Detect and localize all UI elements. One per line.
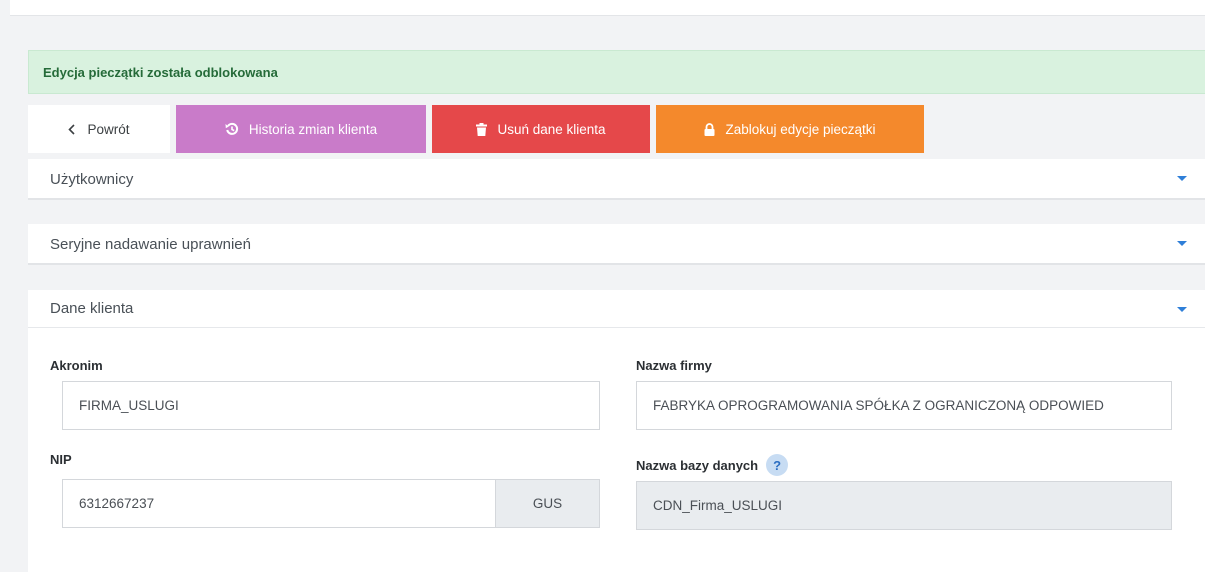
history-label: Historia zmian klienta [248, 121, 378, 137]
success-alert: Edycja pieczątki została odblokowana [28, 50, 1205, 94]
lock-icon [704, 122, 715, 136]
users-panel-title: Użytkownicy [50, 170, 134, 188]
action-toolbar: Powrót Historia zmian klienta Usuń dane … [28, 105, 924, 153]
trash-icon [476, 122, 488, 136]
nip-field[interactable]: 6312667237 [62, 479, 496, 528]
gus-label: GUS [532, 496, 563, 511]
top-card [10, 0, 1205, 16]
company-name-label: Nazwa firmy [636, 358, 712, 373]
client-panel-header[interactable]: Dane klienta [28, 290, 1205, 328]
database-name-field: CDN_Firma_USLUGI [636, 481, 1172, 530]
nip-value: 6312667237 [79, 496, 155, 511]
page: Edycja pieczątki została odblokowana Pow… [0, 0, 1205, 572]
caret-down-icon[interactable] [1177, 176, 1187, 181]
help-icon[interactable]: ? [766, 454, 789, 476]
akronim-label: Akronim [50, 358, 103, 373]
history-icon [225, 122, 238, 135]
caret-down-icon[interactable] [1177, 241, 1187, 246]
nip-label: NIP [50, 452, 72, 467]
company-name-field[interactable]: FABRYKA OPROGRAMOWANIA SPÓŁKA Z OGRANICZ… [636, 381, 1172, 430]
history-button[interactable]: Historia zmian klienta [176, 105, 426, 153]
nip-label-text: NIP [50, 452, 72, 467]
alert-message: Edycja pieczątki została odblokowana [43, 64, 278, 80]
permissions-panel: Seryjne nadawanie uprawnień [28, 224, 1205, 265]
company-name-value: FABRYKA OPROGRAMOWANIA SPÓŁKA Z OGRANICZ… [653, 398, 1104, 413]
database-name-value: CDN_Firma_USLUGI [653, 498, 783, 513]
back-button[interactable]: Powrót [28, 105, 170, 153]
client-panel-title: Dane klienta [50, 300, 134, 317]
client-data-panel: Dane klienta Akronim FIRMA_USLUGI Nazwa … [28, 290, 1205, 572]
company-name-label-text: Nazwa firmy [636, 358, 712, 373]
database-name-label-text: Nazwa bazy danych [636, 457, 759, 473]
caret-down-icon[interactable] [1177, 307, 1187, 312]
delete-label: Usuń dane klienta [497, 121, 606, 137]
users-panel-header[interactable]: Użytkownicy [28, 159, 1205, 199]
akronim-label-text: Akronim [50, 358, 103, 373]
database-name-label: Nazwa bazy danych ? [636, 454, 789, 476]
delete-client-button[interactable]: Usuń dane klienta [432, 105, 650, 153]
back-label: Powrót [87, 121, 130, 137]
akronim-field[interactable]: FIRMA_USLUGI [62, 381, 600, 430]
permissions-panel-header[interactable]: Seryjne nadawanie uprawnień [28, 224, 1205, 264]
chevron-left-icon [68, 123, 76, 135]
users-panel: Użytkownicy [28, 159, 1205, 200]
akronim-value: FIRMA_USLUGI [79, 398, 179, 413]
gus-button[interactable]: GUS [495, 479, 600, 528]
lock-label: Zablokuj edycje pieczątki [725, 121, 876, 137]
lock-stamp-button[interactable]: Zablokuj edycje pieczątki [656, 105, 924, 153]
permissions-panel-title: Seryjne nadawanie uprawnień [50, 235, 251, 253]
